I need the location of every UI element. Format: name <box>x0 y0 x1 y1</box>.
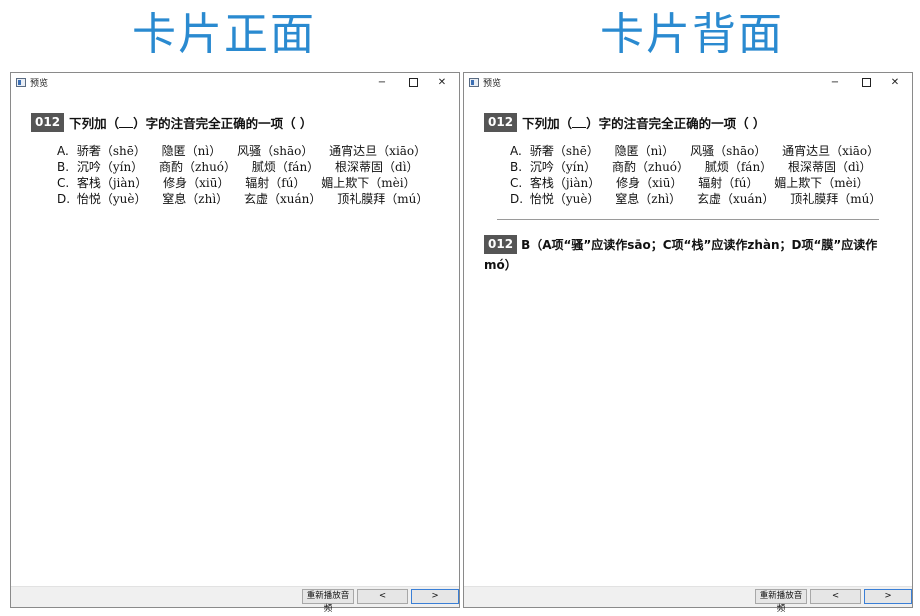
question-row: 012 下列加（ ）字的注音完全正确的一项（ ） <box>31 112 312 132</box>
option-item: 修身（xiū） <box>616 176 683 190</box>
next-button[interactable]: > <box>864 589 912 604</box>
previous-button[interactable]: < <box>810 589 861 604</box>
minimize-button[interactable]: − <box>820 73 850 93</box>
back-preview-window: 预览 − ✕ 012 下列加（ ）字的注音完全正确的一项（ ） A. 骄奢（shē）… <box>463 72 913 614</box>
option-item: 骄奢（shē） <box>529 144 599 158</box>
option-letter: A. <box>57 144 69 158</box>
minimize-button[interactable]: − <box>367 73 397 93</box>
app-icon <box>16 78 26 87</box>
card-content: 012 下列加（ ）字的注音完全正确的一项（ ） A. 骄奢（shē） 隐匿（nì）… <box>464 93 912 587</box>
option-letter: C. <box>57 176 70 190</box>
question-blank <box>119 116 134 128</box>
answer-row: 012 B（A项“骚”应读作sāo；C项“栈”应读作zhàn；D项“膜”应读作mó… <box>484 234 898 274</box>
option-letter: D. <box>510 192 524 206</box>
option-item: 怡悦（yuè） <box>529 192 600 206</box>
option-item: 商酌（zhuó） <box>159 160 237 174</box>
next-button[interactable]: > <box>411 589 459 604</box>
front-preview-window: 预览 − ✕ 012 下列加（ ）字的注音完全正确的一项（ ） A. 骄奢（shē）… <box>10 72 460 614</box>
maximize-icon <box>861 77 871 87</box>
title-bar[interactable]: 预览 − ✕ <box>464 73 912 93</box>
option-row: D. 怡悦（yuè） 窒息（zhì） 玄虚（xuán） 顶礼膜拜（mú） <box>510 191 893 207</box>
option-item: 风骚（shāo） <box>690 144 767 158</box>
maximize-icon <box>408 77 418 87</box>
close-button[interactable]: ✕ <box>880 73 910 93</box>
option-item: 客栈（jiàn） <box>76 176 148 190</box>
option-item: 风骚（shāo） <box>237 144 314 158</box>
option-row: C. 客栈（jiàn） 修身（xiū） 辐射（fú） 媚上欺下（mèi） <box>510 175 893 191</box>
option-letter: C. <box>510 176 523 190</box>
option-item: 根深蒂固（dì） <box>335 160 419 174</box>
question-text: 下列加（ ）字的注音完全正确的一项（ ） <box>69 116 312 131</box>
replay-audio-button[interactable]: 重新播放音频 <box>755 589 807 614</box>
option-item: 沉吟（yín） <box>529 160 597 174</box>
question-text-after: ）字的注音完全正确的一项（ ） <box>133 116 313 131</box>
option-item: 通宵达旦（xiāo） <box>329 144 427 158</box>
previous-button[interactable]: < <box>357 589 408 604</box>
question-text-before: 下列加（ <box>69 116 120 131</box>
option-letter: B. <box>57 160 70 174</box>
option-row: B. 沉吟（yín） 商酌（zhuó） 腻烦（fán） 根深蒂固（dì） <box>57 159 440 175</box>
option-item: 腻烦（fán） <box>251 160 320 174</box>
back-heading: 卡片背面 <box>600 9 784 60</box>
question-text-after: ）字的注音完全正确的一项（ ） <box>586 116 766 131</box>
title-bar[interactable]: 预览 − ✕ <box>11 73 459 93</box>
card-content: 012 下列加（ ）字的注音完全正确的一项（ ） A. 骄奢（shē） 隐匿（nì）… <box>11 93 459 587</box>
option-item: 顶礼膜拜（mú） <box>790 192 882 206</box>
option-item: 商酌（zhuó） <box>612 160 690 174</box>
option-item: 辐射（fú） <box>698 176 759 190</box>
option-row: D. 怡悦（yuè） 窒息（zhì） 玄虚（xuán） 顶礼膜拜（mú） <box>57 191 440 207</box>
answer-number-badge: 012 <box>484 235 518 254</box>
option-item: 怡悦（yuè） <box>76 192 147 206</box>
option-item: 玄虚（xuán） <box>697 192 775 206</box>
question-blank <box>572 116 587 128</box>
front-heading: 卡片正面 <box>132 9 316 60</box>
window-title: 预览 <box>483 79 502 89</box>
option-letter: A. <box>510 144 522 158</box>
bottom-bar: 重新播放音频 < > <box>11 586 459 614</box>
option-item: 辐射（fú） <box>245 176 306 190</box>
option-item: 隐匿（nì） <box>161 144 222 158</box>
bottom-bar: 重新播放音频 < > <box>464 586 912 614</box>
replay-audio-button[interactable]: 重新播放音频 <box>302 589 354 614</box>
option-item: 玄虚（xuán） <box>244 192 322 206</box>
options-list: A. 骄奢（shē） 隐匿（nì） 风骚（shāo） 通宵达旦（xiāo） B.… <box>57 143 440 207</box>
app-icon <box>469 78 479 87</box>
question-row: 012 下列加（ ）字的注音完全正确的一项（ ） <box>484 112 765 132</box>
option-item: 腻烦（fán） <box>704 160 773 174</box>
option-item: 沉吟（yín） <box>76 160 144 174</box>
option-item: 通宵达旦（xiāo） <box>782 144 880 158</box>
option-item: 隐匿（nì） <box>614 144 675 158</box>
option-item: 窒息（zhì） <box>615 192 682 206</box>
question-text-before: 下列加（ <box>522 116 573 131</box>
option-row: C. 客栈（jiàn） 修身（xiū） 辐射（fú） 媚上欺下（mèi） <box>57 175 440 191</box>
maximize-button[interactable] <box>398 73 428 93</box>
option-item: 客栈（jiàn） <box>529 176 601 190</box>
question-number-badge: 012 <box>484 113 518 132</box>
option-item: 媚上欺下（mèi） <box>774 176 869 190</box>
option-item: 顶礼膜拜（mú） <box>337 192 429 206</box>
option-item: 窒息（zhì） <box>162 192 229 206</box>
close-button[interactable]: ✕ <box>427 73 457 93</box>
option-row: A. 骄奢（shē） 隐匿（nì） 风骚（shāo） 通宵达旦（xiāo） <box>57 143 440 159</box>
option-letter: B. <box>510 160 523 174</box>
option-row: A. 骄奢（shē） 隐匿（nì） 风骚（shāo） 通宵达旦（xiāo） <box>510 143 893 159</box>
question-number-badge: 012 <box>31 113 65 132</box>
maximize-button[interactable] <box>851 73 881 93</box>
option-letter: D. <box>57 192 71 206</box>
option-row: B. 沉吟（yín） 商酌（zhuó） 腻烦（fán） 根深蒂固（dì） <box>510 159 893 175</box>
option-item: 媚上欺下（mèi） <box>321 176 416 190</box>
option-item: 根深蒂固（dì） <box>788 160 872 174</box>
answer-divider <box>497 219 879 220</box>
option-item: 骄奢（shē） <box>76 144 146 158</box>
option-item: 修身（xiū） <box>163 176 230 190</box>
question-text: 下列加（ ）字的注音完全正确的一项（ ） <box>522 116 765 131</box>
window-title: 预览 <box>30 79 49 89</box>
options-list: A. 骄奢（shē） 隐匿（nì） 风骚（shāo） 通宵达旦（xiāo） B.… <box>510 143 893 207</box>
answer-text: B（A项“骚”应读作sāo；C项“栈”应读作zhàn；D项“膜”应读作mó） <box>484 238 878 272</box>
